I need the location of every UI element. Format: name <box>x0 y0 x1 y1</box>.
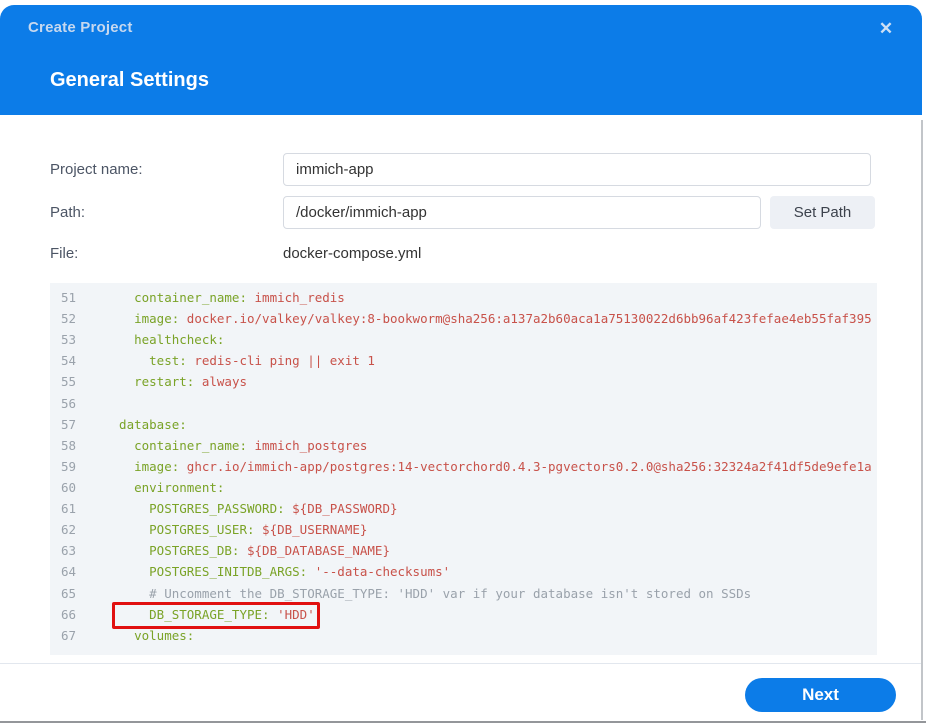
set-path-button[interactable]: Set Path <box>770 196 875 229</box>
line-number: 52 <box>60 311 76 327</box>
code-text: healthcheck: <box>104 332 225 348</box>
line-number: 63 <box>60 543 76 559</box>
code-text: test: redis-cli ping || exit 1 <box>104 353 375 369</box>
code-text: environment: <box>104 479 225 495</box>
code-line: 62 POSTGRES_USER: ${DB_USERNAME} <box>50 519 877 540</box>
path-input[interactable] <box>283 196 761 229</box>
footer-divider <box>0 663 921 664</box>
path-label: Path: <box>50 204 86 221</box>
code-text: image: ghcr.io/immich-app/postgres:14-ve… <box>104 458 872 474</box>
code-text: container_name: immich_postgres <box>104 437 368 453</box>
code-line: 55 restart: always <box>50 371 877 392</box>
code-line: 59 image: ghcr.io/immich-app/postgres:14… <box>50 456 877 477</box>
line-number: 64 <box>60 564 76 580</box>
code-text: restart: always <box>104 374 247 390</box>
code-line: 53 healthcheck: <box>50 329 877 350</box>
line-number: 53 <box>60 332 76 348</box>
file-label: File: <box>50 245 79 262</box>
project-name-input[interactable] <box>283 153 871 186</box>
line-number: 51 <box>60 290 76 305</box>
code-line: 58 container_name: immich_postgres <box>50 435 877 456</box>
code-line: 57 database: <box>50 414 877 435</box>
dialog-bottom-border <box>0 721 926 723</box>
code-text: volumes: <box>104 627 195 643</box>
line-number: 59 <box>60 458 76 474</box>
code-line: 61 POSTGRES_PASSWORD: ${DB_PASSWORD} <box>50 498 877 519</box>
code-line: 64 POSTGRES_INITDB_ARGS: '--data-checksu… <box>50 561 877 582</box>
code-line: 66 DB_STORAGE_TYPE: 'HDD' <box>50 604 877 625</box>
code-text: POSTGRES_USER: ${DB_USERNAME} <box>104 522 368 538</box>
section-title: General Settings <box>50 69 209 91</box>
project-name-label: Project name: <box>50 161 143 178</box>
line-number: 66 <box>60 606 76 622</box>
line-number: 55 <box>60 374 76 390</box>
dialog-right-border <box>921 120 923 720</box>
code-line: 52 image: docker.io/valkey/valkey:8-book… <box>50 308 877 329</box>
dialog-header: Create Project ✕ General Settings <box>0 5 922 115</box>
code-text: image: docker.io/valkey/valkey:8-bookwor… <box>104 311 872 327</box>
code-line: 51 container_name: immich_redis <box>50 287 877 308</box>
code-text: container_name: immich_redis <box>104 290 345 305</box>
line-number: 67 <box>60 627 76 643</box>
line-number: 65 <box>60 585 76 601</box>
code-text: POSTGRES_INITDB_ARGS: '--data-checksums' <box>104 564 451 580</box>
line-number: 57 <box>60 416 76 432</box>
next-button[interactable]: Next <box>745 678 896 712</box>
code-line: 67 volumes: <box>50 625 877 646</box>
code-text: POSTGRES_PASSWORD: ${DB_PASSWORD} <box>104 501 398 517</box>
dialog-title: Create Project <box>28 19 133 36</box>
code-line: 56 <box>50 393 877 414</box>
create-project-dialog: Create Project ✕ General Settings Projec… <box>0 0 926 726</box>
code-text: database: <box>104 416 187 432</box>
line-number: 60 <box>60 479 76 495</box>
code-line: 65 # Uncomment the DB_STORAGE_TYPE: 'HDD… <box>50 583 877 604</box>
code-line: 63 POSTGRES_DB: ${DB_DATABASE_NAME} <box>50 540 877 561</box>
code-line: 60 environment: <box>50 477 877 498</box>
yaml-code-editor[interactable]: 51 container_name: immich_redis 52 image:… <box>50 283 877 655</box>
line-number: 62 <box>60 522 76 538</box>
close-icon[interactable]: ✕ <box>874 17 898 41</box>
file-value: docker-compose.yml <box>283 245 422 262</box>
line-number: 61 <box>60 501 76 517</box>
code-line: 54 test: redis-cli ping || exit 1 <box>50 350 877 371</box>
line-number: 54 <box>60 353 76 369</box>
code-text: # Uncomment the DB_STORAGE_TYPE: 'HDD' v… <box>104 585 752 601</box>
line-number: 56 <box>60 395 76 411</box>
code-text: POSTGRES_DB: ${DB_DATABASE_NAME} <box>104 543 390 559</box>
line-number: 58 <box>60 437 76 453</box>
code-text: DB_STORAGE_TYPE: 'HDD' <box>104 606 315 622</box>
